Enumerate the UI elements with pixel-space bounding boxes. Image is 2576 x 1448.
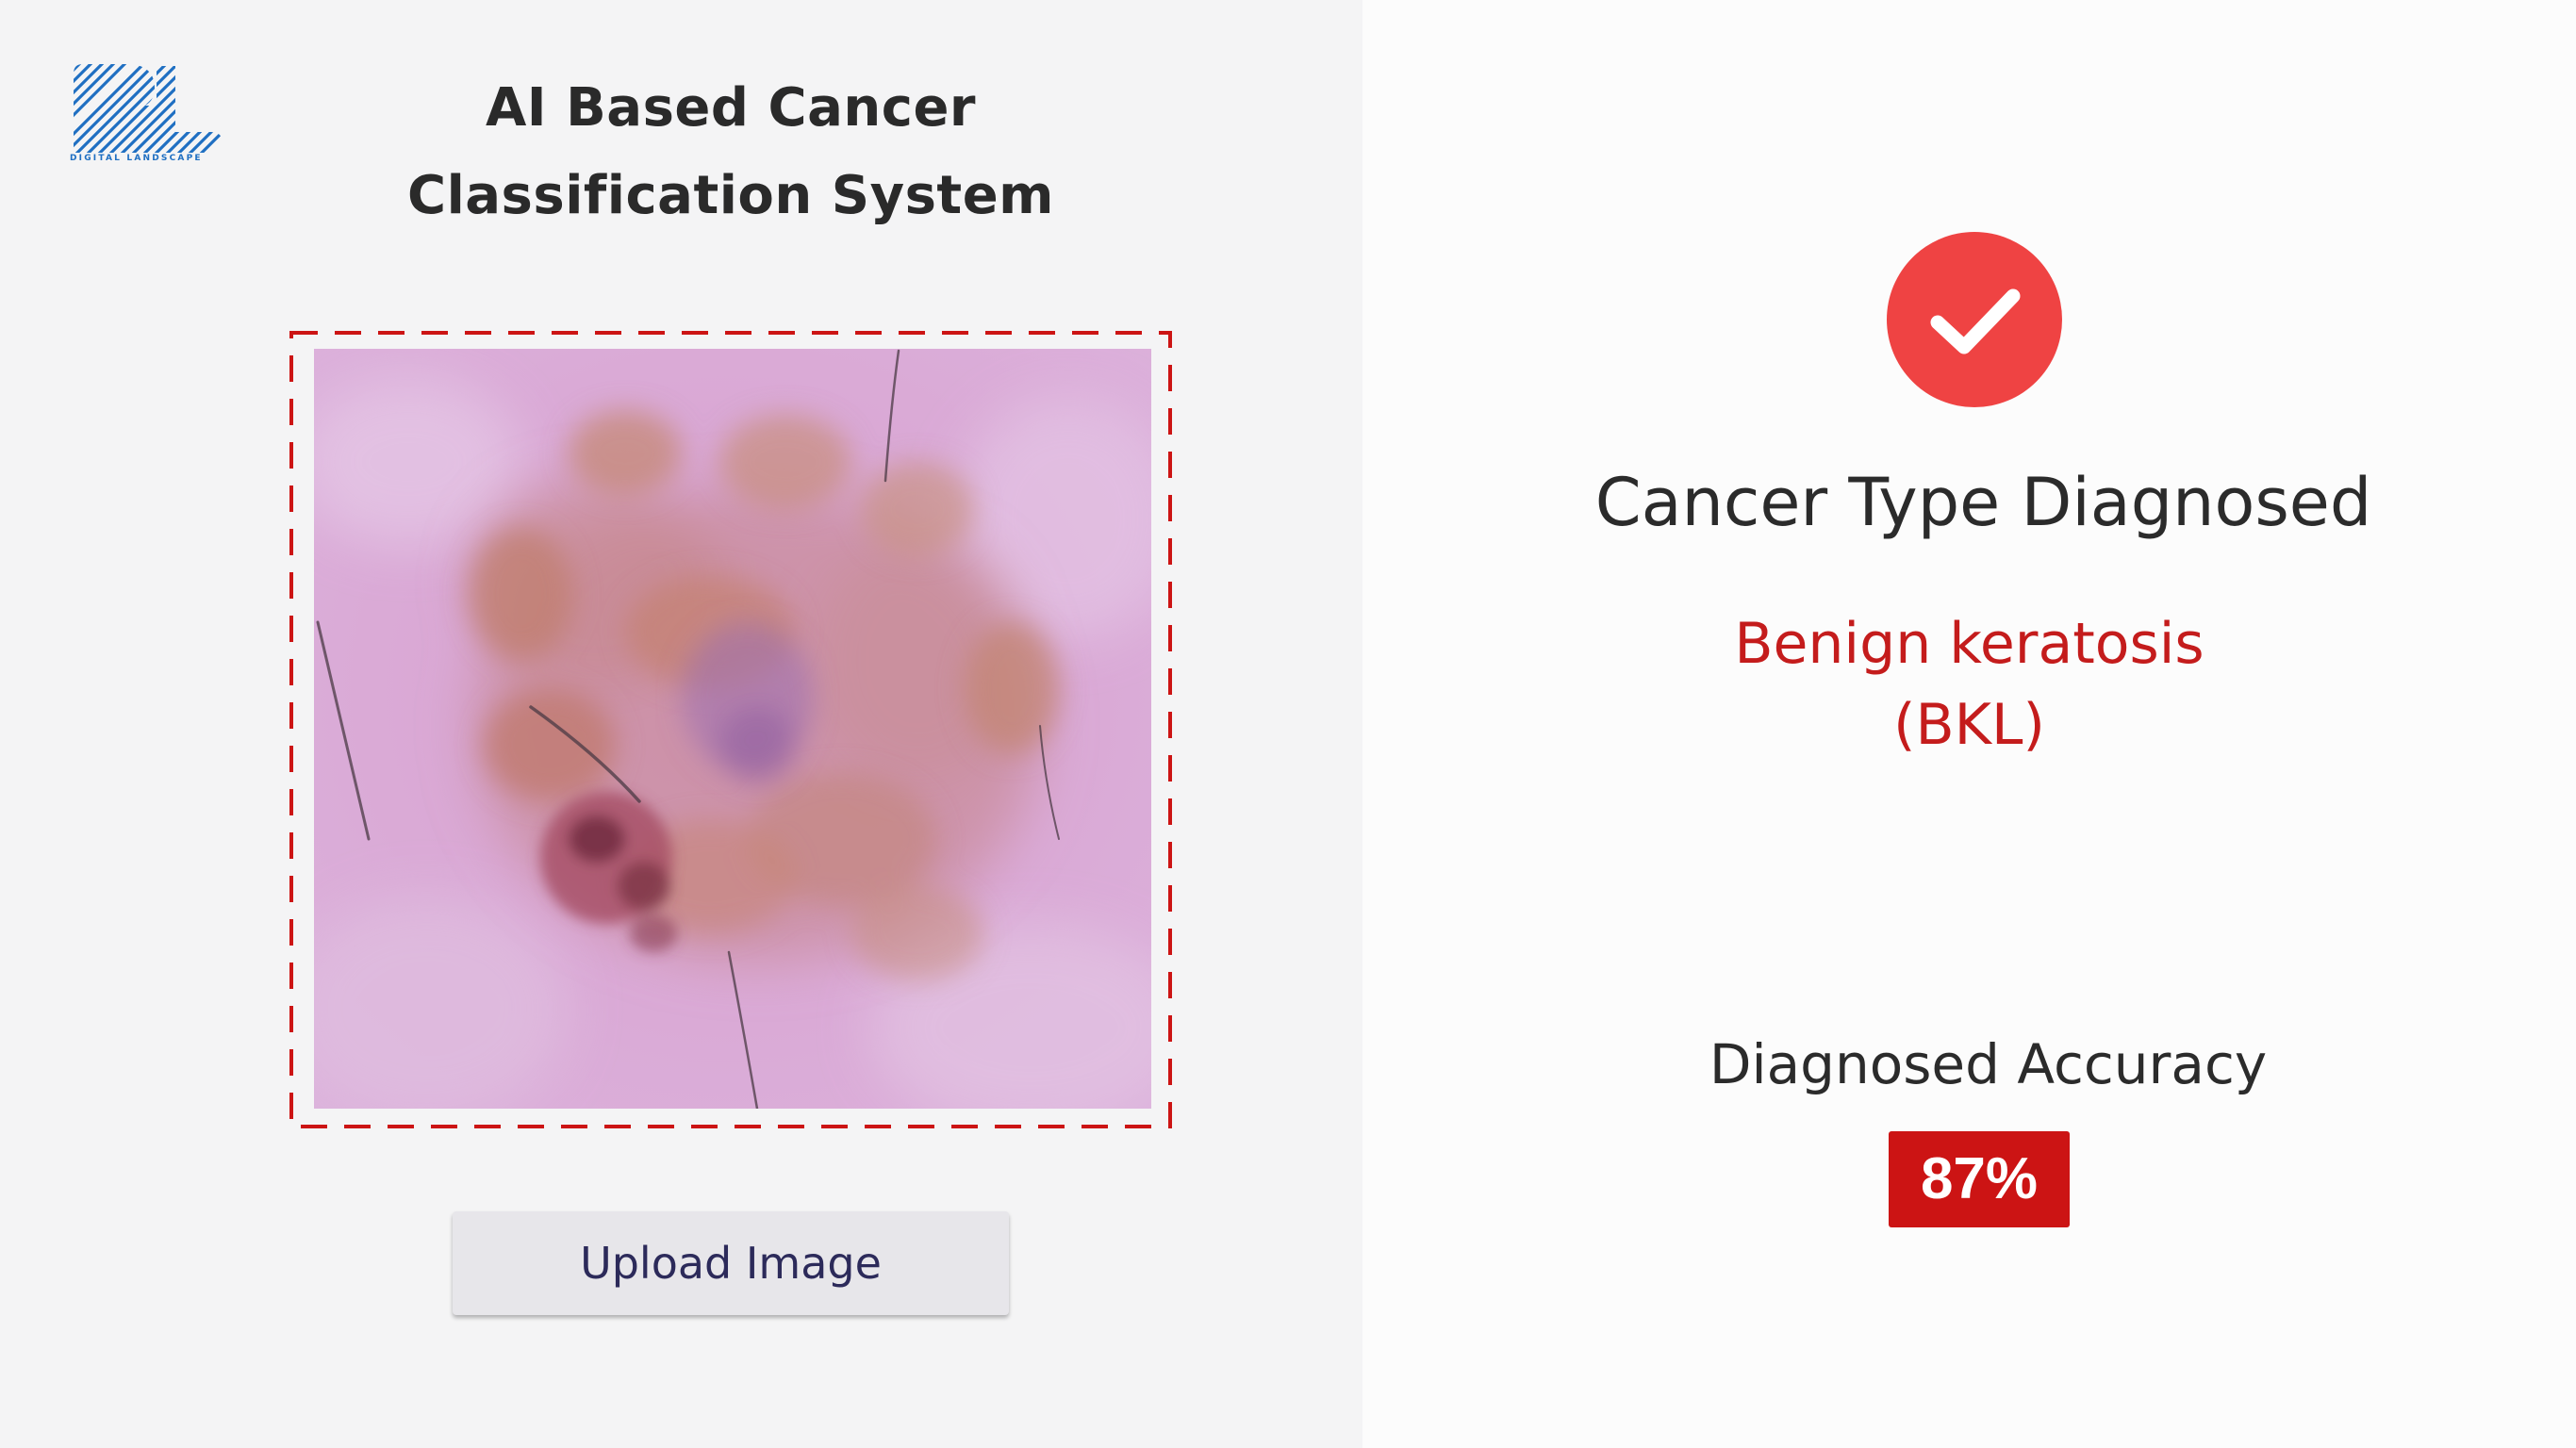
uploaded-lesion-image: [314, 349, 1151, 1109]
page-title: AI Based Cancer Classification System: [330, 64, 1131, 239]
upload-image-button[interactable]: Upload Image: [453, 1211, 1009, 1315]
page-title-line-2: Classification System: [406, 165, 1055, 226]
digital-landscape-logo-icon: [74, 64, 223, 153]
accuracy-label: Diagnosed Accuracy: [1709, 1032, 2268, 1096]
page-title-line-1: AI Based Cancer: [485, 77, 977, 139]
result-heading: Cancer Type Diagnosed: [1594, 464, 2372, 541]
diagnosis-code: (BKL): [1893, 692, 2045, 758]
accuracy-value-badge: 87%: [1889, 1131, 2070, 1227]
check-circle-icon: [1887, 232, 2062, 407]
upload-panel: DIGITAL LANDSCAPE AI Based Cancer Classi…: [0, 0, 1362, 1448]
brand-name: DIGITAL LANDSCAPE: [70, 154, 203, 163]
result-panel: Cancer Type Diagnosed Benign keratosis (…: [1362, 0, 2576, 1448]
diagnosis-result: Benign keratosis (BKL): [1362, 603, 2576, 765]
diagnosis-name: Benign keratosis: [1734, 611, 2204, 677]
image-drop-zone[interactable]: [289, 330, 1173, 1129]
app-window: DIGITAL LANDSCAPE AI Based Cancer Classi…: [0, 0, 2576, 1448]
